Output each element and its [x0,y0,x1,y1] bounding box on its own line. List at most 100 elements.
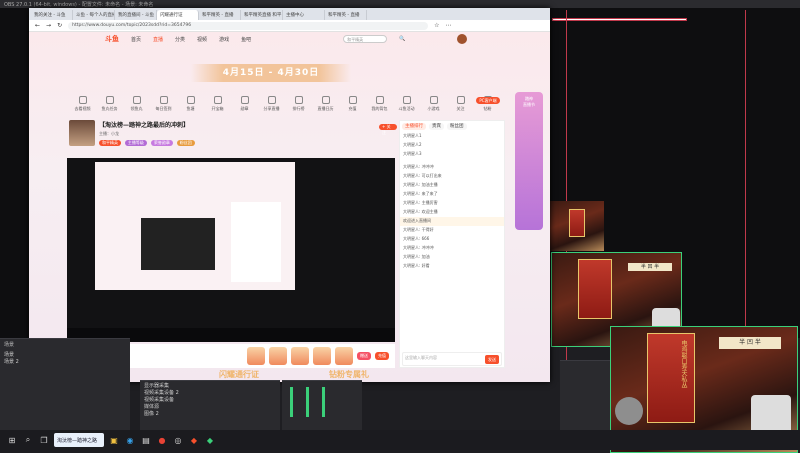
chat-tab[interactable]: 贵宾 [429,123,444,130]
send-button[interactable]: 发送 [485,355,499,364]
function-icon-item[interactable]: 勋章 [231,94,258,116]
function-icon-item[interactable]: 领鱼丸 [123,94,150,116]
forward-icon[interactable]: → [46,22,51,29]
tag-pill[interactable]: 和平精英 [99,140,121,146]
source-row[interactable]: 图像 2 [140,409,280,417]
function-icon-item[interactable]: 开宝箱 [204,94,231,116]
tag-pill[interactable]: 主播等级 [124,140,147,146]
source-row[interactable]: 媒体源 [140,402,280,410]
browser-tab[interactable]: 我的关注 - 斗鱼 [31,10,73,20]
browser-tab[interactable]: 主播中心 [283,10,325,20]
nav-live[interactable]: 直播 [153,36,163,43]
lamp-image [615,397,643,425]
file-explorer-icon[interactable]: ▣ [108,434,120,446]
function-icon-item[interactable]: 关注 [447,94,474,116]
function-icon-item[interactable]: 我的背包 [366,94,393,116]
nested-chat [231,202,281,282]
scene-row[interactable]: 场景 2 [0,357,130,365]
browser-tab[interactable]: 和平精英 - 直播 [199,10,241,20]
function-icon-item[interactable]: 去看视频 [69,94,96,116]
address-bar[interactable]: https://www.douyu.com/topic/2023sdd?rid=… [68,21,429,30]
app-icon[interactable]: ◆ [204,434,216,446]
browser-tab[interactable]: 斗鱼 - 每个人的直播平台 [73,10,115,20]
scene-row[interactable]: 场景 [0,350,130,358]
chat-input-placeholder: 这里输入聊天内容 [405,355,437,360]
browser-tab[interactable]: 和平精英直播 和平 [241,10,283,20]
windows-taskbar: ⊞ ⌕ ❐ 淘汰榜—踏神之路 ▣ ◉ ▤ ● ◎ ◆ ◆ [0,430,800,450]
source-row[interactable]: 显示器采集 [140,381,280,389]
browser-tab-active[interactable]: 闪耀通行证 [157,10,199,20]
reload-icon[interactable]: ↻ [57,22,62,29]
recharge-button[interactable]: 充值 [375,352,389,360]
chat-input[interactable]: 这里输入聊天内容 发送 [402,352,502,366]
edge-icon[interactable]: ◉ [124,434,136,446]
search-icon[interactable]: 🔍 [399,36,405,42]
chat-message: 欢迎进入直播间 [400,217,504,226]
tag-pill[interactable]: 粉丝团 [176,140,195,146]
obs-title-bar: OBS 27.0.1 (64-bit, windows) - 配置文件: 未命名… [0,0,800,8]
browser-tab-strip: 我的关注 - 斗鱼 斗鱼 - 每个人的直播平台 我的直播间 - 斗鱼 闪耀通行证… [29,8,550,20]
side-event-ad[interactable]: 踏神 直播节 [515,92,543,230]
gift-item[interactable] [269,347,287,365]
chat-tab[interactable]: 主播排行 [402,123,426,130]
chat-tab[interactable]: 粉丝团 [447,123,467,130]
browser-tab[interactable]: 我的直播间 - 斗鱼 [115,10,157,20]
search-input[interactable]: 和平精英 [343,35,388,43]
function-icon-item[interactable]: 鱼塘 [177,94,204,116]
store-icon[interactable]: ▤ [140,434,152,446]
function-icon-item[interactable]: 斗鱼活动 [393,94,420,116]
function-icon-item[interactable]: 鱼丸任务 [96,94,123,116]
source-row[interactable]: 视频采集设备 [140,395,280,403]
gift-item[interactable] [313,347,331,365]
avatar[interactable] [457,34,468,44]
taskbar-active-window[interactable]: 淘汰榜—踏神之路 [54,433,104,447]
site-logo[interactable]: 斗鱼 [105,34,119,44]
streamer-avatar[interactable] [69,120,95,146]
nav-game[interactable]: 游戏 [219,36,229,43]
chat-message: 大明星人: 干得好 [403,227,434,232]
star-icon[interactable]: ☆ [434,22,439,29]
nav-category[interactable]: 分类 [175,36,185,43]
chat-message: 大明星人: 666 [403,236,430,241]
nav-home[interactable]: 首页 [131,36,141,43]
gift-item[interactable] [291,347,309,365]
tag-pill[interactable]: 荣誉勋章 [150,140,173,146]
chat-message: 大明星人: 冲冲冲 [403,164,434,169]
menu-icon[interactable]: ⋯ [445,22,451,29]
chat-message: 大明星人: 欢迎主播 [403,209,438,214]
browser-toolbar: ← → ↻ https://www.douyu.com/topic/2023sd… [29,20,550,32]
function-icon-item[interactable]: 小游戏 [420,94,447,116]
browser-window[interactable]: 我的关注 - 斗鱼 斗鱼 - 每个人的直播平台 我的直播间 - 斗鱼 闪耀通行证… [29,8,550,382]
function-icon-item[interactable]: 直播日历 [312,94,339,116]
streamer-name[interactable]: 主播：小龙 [99,131,197,137]
function-icon-item[interactable]: 充值 [339,94,366,116]
rank-item[interactable]: 大明星人3 [400,150,504,159]
task-view-icon[interactable]: ❐ [38,434,50,446]
video-player[interactable] [67,158,395,342]
chrome-icon[interactable]: ● [156,434,168,446]
gift-item[interactable] [335,347,353,365]
nav-yuba[interactable]: 鱼吧 [241,36,251,43]
pc-client-button[interactable]: PC客户端 [476,97,500,104]
back-icon[interactable]: ← [35,22,40,29]
source-row[interactable]: 视频采集设备 2 [140,388,280,396]
obs-icon[interactable]: ◎ [172,434,184,446]
function-icon-item[interactable]: 每日签到 [150,94,177,116]
taskbar-window-label: 淘汰榜—踏神之路 [57,437,98,444]
streamer-info: 【淘汰榜—踏神之路最后的冲刺】 主播：小龙 和平精英 主播等级 荣誉勋章 粉丝团… [69,120,399,150]
rank-item[interactable]: 大明星人2 [400,141,504,150]
nav-video[interactable]: 视频 [197,36,207,43]
web-page: 斗鱼 首页 直播 分类 视频 游戏 鱼吧 和平精英 🔍 4月15日 - 4月30… [29,32,550,382]
function-icon-item[interactable]: 排行榜 [285,94,312,116]
rank-item[interactable]: 大明星人1 [400,132,504,141]
app-icon[interactable]: ◆ [188,434,200,446]
plaque: 半 凹 半 [719,337,781,349]
windows-start-icon[interactable]: ⊞ [6,434,18,446]
browser-tab[interactable]: 和平精英 - 直播 [325,10,367,20]
follow-button[interactable]: + 关注 [379,124,397,135]
function-icon-item[interactable]: 分享直播 [258,94,285,116]
search-icon[interactable]: ⌕ [22,434,34,446]
gift-send-button[interactable]: 赠送 [357,352,371,360]
gift-item[interactable] [247,347,265,365]
camera-feed-small-1[interactable] [549,201,604,251]
